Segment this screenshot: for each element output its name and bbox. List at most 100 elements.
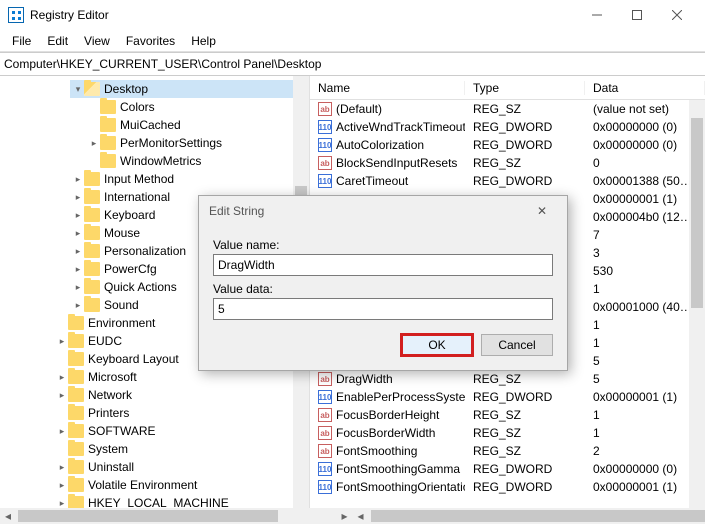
value-type: REG_DWORD [465,138,585,152]
registry-value-row[interactable]: 110ActiveWndTrackTimeout REG_DWORD 0x000… [310,118,705,136]
close-button[interactable] [657,0,697,30]
tree-label: Volatile Environment [88,478,197,492]
menu-help[interactable]: Help [183,32,224,50]
tree-item-software[interactable]: ▸ SOFTWARE [54,422,309,440]
menu-favorites[interactable]: Favorites [118,32,183,50]
registry-value-row[interactable]: 110FontSmoothingOrientation REG_DWORD 0x… [310,478,705,496]
tree-label: Colors [120,100,155,114]
value-name: ActiveWndTrackTimeout [336,120,465,134]
folder-icon [84,82,100,96]
maximize-button[interactable] [617,0,657,30]
tree-label: HKEY_LOCAL_MACHINE [88,496,229,508]
string-icon: ab [318,408,332,422]
tree-label: Input Method [104,172,174,186]
tree-item-system[interactable]: System [54,440,309,458]
menu-view[interactable]: View [76,32,118,50]
scroll-left-button[interactable]: ◂ [0,508,16,524]
tree-item-muicached[interactable]: MuiCached [86,116,309,134]
value-data: 1 [585,336,705,350]
registry-value-row[interactable]: ab(Default) REG_SZ (value not set) [310,100,705,118]
ok-button[interactable]: OK [401,334,473,356]
tree-label: International [104,190,170,204]
expand-icon[interactable]: ▸ [56,462,68,473]
folder-icon [84,172,100,186]
expand-icon[interactable]: ▸ [72,228,84,239]
registry-value-row[interactable]: abBlockSendInputResets REG_SZ 0 [310,154,705,172]
tree-item-uninstall[interactable]: ▸ Uninstall [54,458,309,476]
tree-item-printers[interactable]: Printers [54,404,309,422]
tree-item-volatile-environment[interactable]: ▸ Volatile Environment [54,476,309,494]
value-type: REG_SZ [465,426,585,440]
registry-value-row[interactable]: 110CaretTimeout REG_DWORD 0x00001388 (50… [310,172,705,190]
tree-item-network[interactable]: ▸ Network [54,386,309,404]
value-name: AutoColorization [336,138,424,152]
expand-icon[interactable]: ▸ [56,372,68,383]
registry-value-row[interactable]: 110FontSmoothingGamma REG_DWORD 0x000000… [310,460,705,478]
value-data-input[interactable] [213,298,553,320]
expand-icon[interactable]: ▸ [56,336,68,347]
expand-icon[interactable]: ▸ [88,138,100,149]
cancel-button[interactable]: Cancel [481,334,553,356]
tree-item-desktop[interactable]: ▾ Desktop [70,80,309,98]
value-data: 3 [585,246,705,260]
address-bar[interactable]: Computer\HKEY_CURRENT_USER\Control Panel… [0,52,705,76]
menu-edit[interactable]: Edit [39,32,76,50]
tree-item-windowmetrics[interactable]: WindowMetrics [86,152,309,170]
registry-value-row[interactable]: abFocusBorderHeight REG_SZ 1 [310,406,705,424]
expand-icon[interactable]: ▸ [56,426,68,437]
string-icon: ab [318,156,332,170]
tree-label: Uninstall [88,460,134,474]
scroll-right-button[interactable]: ▸ [337,508,353,524]
value-data: 0x00000001 (1) [585,390,705,404]
tree-label: WindowMetrics [120,154,201,168]
tree-label: Mouse [104,226,140,240]
registry-value-row[interactable]: abFocusBorderWidth REG_SZ 1 [310,424,705,442]
registry-value-row[interactable]: abDragWidth REG_SZ 5 [310,370,705,388]
folder-icon [100,118,116,132]
minimize-button[interactable] [577,0,617,30]
menu-bar: File Edit View Favorites Help [0,30,705,52]
expand-icon[interactable]: ▸ [72,192,84,203]
expand-icon[interactable]: ▾ [72,84,84,95]
tree-item-hkey_local_machine[interactable]: ▸ HKEY_LOCAL_MACHINE [54,494,309,508]
tree-label: Sound [104,298,139,312]
expand-icon[interactable]: ▸ [72,246,84,257]
value-data: 2 [585,444,705,458]
folder-icon [84,244,100,258]
value-type: REG_SZ [465,102,585,116]
column-data[interactable]: Data [585,81,705,95]
tree-item-input-method[interactable]: ▸ Input Method [70,170,309,188]
dword-icon: 110 [318,390,332,404]
expand-icon[interactable]: ▸ [72,210,84,221]
tree-item-colors[interactable]: Colors [86,98,309,116]
registry-value-row[interactable]: 110AutoColorization REG_DWORD 0x00000000… [310,136,705,154]
column-name[interactable]: Name [310,81,465,95]
expand-icon[interactable]: ▸ [56,498,68,509]
value-name-input[interactable] [213,254,553,276]
dword-icon: 110 [318,120,332,134]
menu-file[interactable]: File [4,32,39,50]
value-data: 5 [585,354,705,368]
expand-icon[interactable]: ▸ [56,390,68,401]
dialog-close-button[interactable]: ✕ [527,204,557,218]
registry-value-row[interactable]: 110EnablePerProcessSystem... REG_DWORD 0… [310,388,705,406]
scroll-left-button-2[interactable]: ◂ [353,508,369,524]
registry-value-row[interactable]: abFontSmoothing REG_SZ 2 [310,442,705,460]
expand-icon[interactable]: ▸ [56,480,68,491]
expand-icon[interactable]: ▸ [72,174,84,185]
expand-icon[interactable]: ▸ [72,264,84,275]
value-type: REG_DWORD [465,390,585,404]
expand-icon[interactable]: ▸ [72,282,84,293]
column-type[interactable]: Type [465,81,585,95]
folder-icon [84,190,100,204]
list-scrollbar[interactable] [689,100,705,508]
expand-icon[interactable]: ▸ [72,300,84,311]
horizontal-scrollbar[interactable]: ◂ ▸ ◂ ▸ [0,508,705,524]
value-type: REG_SZ [465,156,585,170]
folder-icon [68,442,84,456]
value-data-label: Value data: [213,282,553,296]
tree-label: MuiCached [120,118,181,132]
tree-item-permonitorsettings[interactable]: ▸ PerMonitorSettings [86,134,309,152]
tree-label: PowerCfg [104,262,157,276]
value-data: 0 [585,156,705,170]
